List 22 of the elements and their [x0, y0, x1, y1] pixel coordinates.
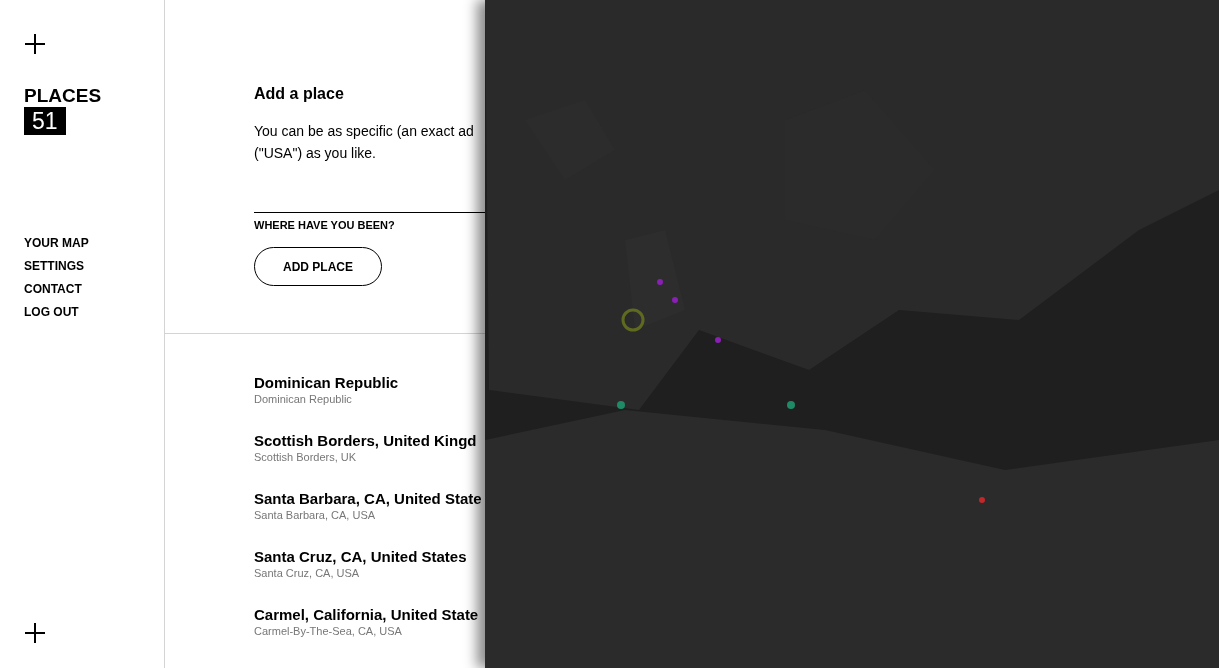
- add-icon[interactable]: [24, 33, 46, 55]
- places-count: 51: [24, 107, 66, 135]
- field-label: WHERE HAVE YOU BEEN?: [254, 218, 396, 232]
- add-icon[interactable]: [24, 622, 46, 644]
- nav-link[interactable]: YOUR MAP: [24, 235, 164, 251]
- place-name[interactable]: Dominican Republic: [254, 374, 485, 392]
- section-title: Add a place: [254, 84, 345, 104]
- nav-link[interactable]: LOG OUT: [24, 304, 164, 320]
- place-detail: Scottish Borders, UK: [254, 450, 358, 464]
- nav-link[interactable]: CONTACT: [24, 281, 164, 297]
- place-name[interactable]: Santa Barbara, CA, United State: [254, 490, 485, 508]
- place-detail: Santa Barbara, CA, USA: [254, 508, 377, 522]
- description-text: You can be as specific (an exact ad: [254, 122, 475, 141]
- places-title: PLACES: [24, 85, 103, 107]
- nav-link[interactable]: SETTINGS: [24, 258, 164, 274]
- place-detail: Santa Cruz, CA, USA: [254, 566, 361, 580]
- place-detail: Dominican Republic: [254, 392, 353, 406]
- place-name[interactable]: Carmel, California, United State: [254, 606, 485, 624]
- place-name[interactable]: Scottish Borders, United Kingd: [254, 432, 485, 450]
- place-name[interactable]: Santa Cruz, CA, United States: [254, 548, 485, 566]
- description-text: ("USA") as you like.: [254, 144, 377, 163]
- place-detail: Carmel-By-The-Sea, CA, USA: [254, 624, 403, 638]
